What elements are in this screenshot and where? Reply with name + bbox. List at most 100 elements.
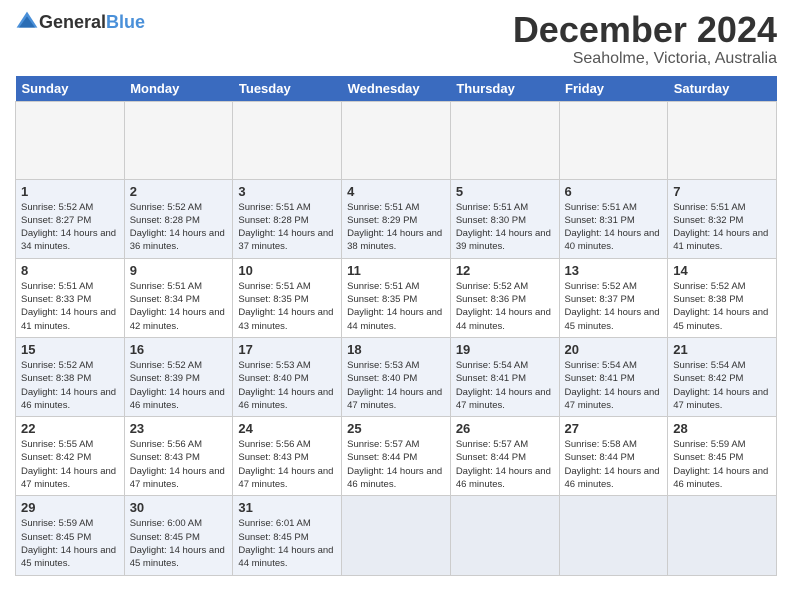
col-sunday: Sunday [16, 76, 125, 102]
day-info: Sunrise: 5:53 AMSunset: 8:40 PMDaylight:… [347, 359, 445, 412]
logo: GeneralBlue [15, 10, 145, 34]
col-monday: Monday [124, 76, 233, 102]
day-number: 21 [673, 342, 771, 357]
calendar-cell: 21Sunrise: 5:54 AMSunset: 8:42 PMDayligh… [668, 337, 777, 416]
day-number: 31 [238, 500, 336, 515]
col-tuesday: Tuesday [233, 76, 342, 102]
calendar-cell: 28 Sunrise: 5:59 AMSunset: 8:45 PMDayligh… [668, 417, 777, 496]
calendar-cell: 12 Sunrise: 5:52 AMSunset: 8:36 PMDayligh… [450, 258, 559, 337]
calendar-cell: 23 Sunrise: 5:56 AMSunset: 8:43 PMDayligh… [124, 417, 233, 496]
day-number: 15 [21, 342, 119, 357]
title-section: December 2024 Seaholme, Victoria, Austra… [513, 10, 777, 68]
day-info: Sunrise: 6:01 AMSunset: 8:45 PMDaylight:… [238, 517, 336, 570]
calendar-cell: 26 Sunrise: 5:57 AMSunset: 8:44 PMDayligh… [450, 417, 559, 496]
day-info: Sunrise: 5:56 AMSunset: 8:43 PMDaylight:… [238, 438, 336, 491]
day-info: Sunrise: 5:52 AMSunset: 8:36 PMDaylight:… [456, 280, 554, 333]
day-number: 5 [456, 184, 554, 199]
calendar-cell [450, 101, 559, 179]
day-number: 24 [238, 421, 336, 436]
day-info: Sunrise: 5:59 AMSunset: 8:45 PMDaylight:… [673, 438, 771, 491]
calendar-cell: 25Sunrise: 5:57 AMSunset: 8:44 PMDayligh… [342, 417, 451, 496]
day-number: 17 [238, 342, 336, 357]
day-info: Sunrise: 5:56 AMSunset: 8:43 PMDaylight:… [130, 438, 228, 491]
day-info: Sunrise: 5:51 AMSunset: 8:33 PMDaylight:… [21, 280, 119, 333]
day-number: 1 [21, 184, 119, 199]
calendar-cell: 1 Sunrise: 5:52 AMSunset: 8:27 PMDaylight… [16, 179, 125, 258]
day-info: Sunrise: 5:53 AMSunset: 8:40 PMDaylight:… [238, 359, 336, 412]
calendar-cell: 5Sunrise: 5:51 AMSunset: 8:30 PMDaylight… [450, 179, 559, 258]
col-thursday: Thursday [450, 76, 559, 102]
day-number: 27 [565, 421, 663, 436]
col-saturday: Saturday [668, 76, 777, 102]
day-number: 14 [673, 263, 771, 278]
day-info: Sunrise: 5:57 AMSunset: 8:44 PMDaylight:… [347, 438, 445, 491]
day-number: 6 [565, 184, 663, 199]
calendar-cell [233, 101, 342, 179]
day-number: 22 [21, 421, 119, 436]
day-info: Sunrise: 5:55 AMSunset: 8:42 PMDaylight:… [21, 438, 119, 491]
day-number: 12 [456, 263, 554, 278]
calendar-cell: 20Sunrise: 5:54 AMSunset: 8:41 PMDayligh… [559, 337, 668, 416]
day-info: Sunrise: 5:54 AMSunset: 8:41 PMDaylight:… [456, 359, 554, 412]
calendar-cell [559, 101, 668, 179]
day-number: 26 [456, 421, 554, 436]
day-info: Sunrise: 5:51 AMSunset: 8:35 PMDaylight:… [238, 280, 336, 333]
calendar-cell: 15 Sunrise: 5:52 AMSunset: 8:38 PMDayligh… [16, 337, 125, 416]
calendar-cell: 16Sunrise: 5:52 AMSunset: 8:39 PMDayligh… [124, 337, 233, 416]
logo-blue: Blue [106, 12, 145, 32]
calendar-cell: 11Sunrise: 5:51 AMSunset: 8:35 PMDayligh… [342, 258, 451, 337]
day-number: 19 [456, 342, 554, 357]
header-row: Sunday Monday Tuesday Wednesday Thursday… [16, 76, 777, 102]
day-number: 29 [21, 500, 119, 515]
calendar-cell: 22 Sunrise: 5:55 AMSunset: 8:42 PMDayligh… [16, 417, 125, 496]
calendar-cell: 9Sunrise: 5:51 AMSunset: 8:34 PMDaylight… [124, 258, 233, 337]
day-number: 23 [130, 421, 228, 436]
calendar-cell: 13 Sunrise: 5:52 AMSunset: 8:37 PMDayligh… [559, 258, 668, 337]
day-number: 4 [347, 184, 445, 199]
calendar-week-1: 1 Sunrise: 5:52 AMSunset: 8:27 PMDaylight… [16, 179, 777, 258]
month-title: December 2024 [513, 10, 777, 50]
calendar-cell: 19 Sunrise: 5:54 AMSunset: 8:41 PMDayligh… [450, 337, 559, 416]
day-number: 13 [565, 263, 663, 278]
calendar-week-5: 29 Sunrise: 5:59 AMSunset: 8:45 PMDayligh… [16, 496, 777, 575]
calendar-cell: 7Sunrise: 5:51 AMSunset: 8:32 PMDaylight… [668, 179, 777, 258]
logo-icon [15, 10, 39, 34]
calendar-cell: 18 Sunrise: 5:53 AMSunset: 8:40 PMDayligh… [342, 337, 451, 416]
day-info: Sunrise: 5:51 AMSunset: 8:29 PMDaylight:… [347, 201, 445, 254]
day-info: Sunrise: 5:51 AMSunset: 8:35 PMDaylight:… [347, 280, 445, 333]
day-number: 30 [130, 500, 228, 515]
day-number: 18 [347, 342, 445, 357]
day-info: Sunrise: 6:00 AMSunset: 8:45 PMDaylight:… [130, 517, 228, 570]
location-subtitle: Seaholme, Victoria, Australia [513, 50, 777, 68]
day-info: Sunrise: 5:52 AMSunset: 8:39 PMDaylight:… [130, 359, 228, 412]
day-info: Sunrise: 5:58 AMSunset: 8:44 PMDaylight:… [565, 438, 663, 491]
day-number: 28 [673, 421, 771, 436]
calendar-cell [668, 496, 777, 575]
calendar-week-4: 22 Sunrise: 5:55 AMSunset: 8:42 PMDayligh… [16, 417, 777, 496]
day-number: 9 [130, 263, 228, 278]
day-info: Sunrise: 5:52 AMSunset: 8:38 PMDaylight:… [673, 280, 771, 333]
day-number: 2 [130, 184, 228, 199]
calendar-cell: 17 Sunrise: 5:53 AMSunset: 8:40 PMDayligh… [233, 337, 342, 416]
day-info: Sunrise: 5:52 AMSunset: 8:38 PMDaylight:… [21, 359, 119, 412]
calendar-cell [342, 496, 451, 575]
calendar-table: Sunday Monday Tuesday Wednesday Thursday… [15, 76, 777, 576]
calendar-week-3: 15 Sunrise: 5:52 AMSunset: 8:38 PMDayligh… [16, 337, 777, 416]
calendar-cell [559, 496, 668, 575]
day-info: Sunrise: 5:52 AMSunset: 8:37 PMDaylight:… [565, 280, 663, 333]
calendar-week-2: 8 Sunrise: 5:51 AMSunset: 8:33 PMDaylight… [16, 258, 777, 337]
col-wednesday: Wednesday [342, 76, 451, 102]
day-info: Sunrise: 5:52 AMSunset: 8:28 PMDaylight:… [130, 201, 228, 254]
calendar-cell: 27 Sunrise: 5:58 AMSunset: 8:44 PMDayligh… [559, 417, 668, 496]
calendar-cell: 2 Sunrise: 5:52 AMSunset: 8:28 PMDaylight… [124, 179, 233, 258]
day-info: Sunrise: 5:51 AMSunset: 8:28 PMDaylight:… [238, 201, 336, 254]
day-info: Sunrise: 5:57 AMSunset: 8:44 PMDaylight:… [456, 438, 554, 491]
day-info: Sunrise: 5:52 AMSunset: 8:27 PMDaylight:… [21, 201, 119, 254]
header: GeneralBlue December 2024 Seaholme, Vict… [15, 10, 777, 68]
calendar-cell [450, 496, 559, 575]
day-info: Sunrise: 5:54 AMSunset: 8:41 PMDaylight:… [565, 359, 663, 412]
day-info: Sunrise: 5:51 AMSunset: 8:32 PMDaylight:… [673, 201, 771, 254]
col-friday: Friday [559, 76, 668, 102]
day-number: 8 [21, 263, 119, 278]
day-info: Sunrise: 5:59 AMSunset: 8:45 PMDaylight:… [21, 517, 119, 570]
